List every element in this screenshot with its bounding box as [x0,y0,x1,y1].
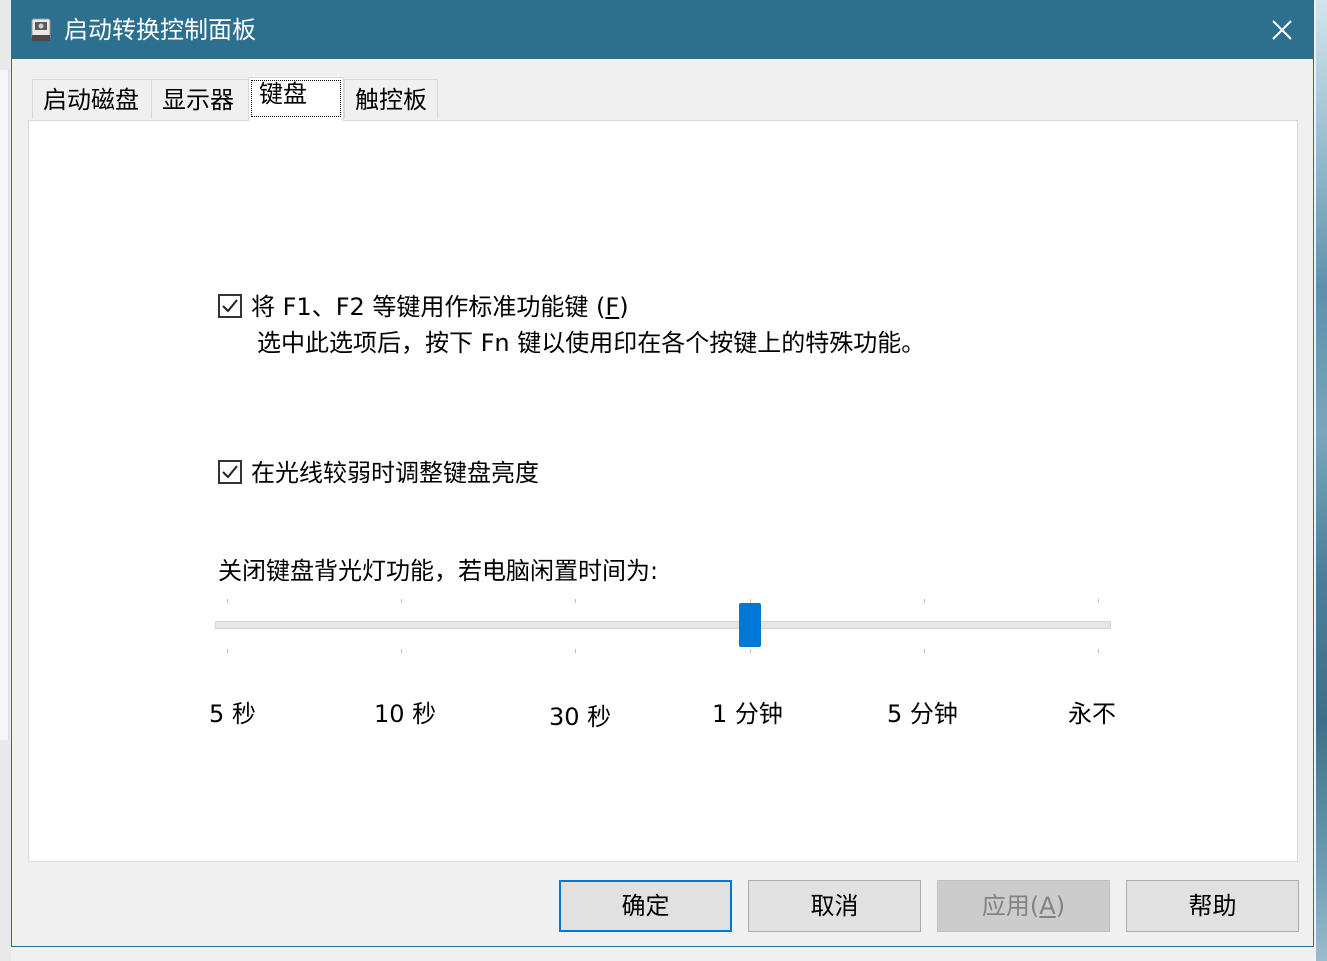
slider-tick [227,649,228,653]
help-button[interactable]: 帮助 [1126,880,1299,932]
tab-display[interactable]: 显示器 [151,79,249,119]
boot-camp-window: 启动转换控制面板 启动磁盘 显示器 键盘 触控板 将 F1、F2 等键用作标准功… [11,0,1314,947]
tab-startup-disk[interactable]: 启动磁盘 [32,79,152,119]
tick-label-5min: 5 分钟 [887,700,958,728]
slider-tick [575,599,576,603]
title-bar[interactable]: 启动转换控制面板 [12,1,1313,59]
tab-keyboard[interactable]: 键盘 [248,77,344,121]
tab-label: 启动磁盘 [43,86,139,114]
tab-label: 触控板 [355,86,427,114]
apply-button[interactable]: 应用(A) [937,880,1110,932]
window-title: 启动转换控制面板 [64,16,256,44]
slider-tick [1098,599,1099,603]
fn-keys-label[interactable]: 将 F1、F2 等键用作标准功能键 (F) [251,292,629,322]
slider-tick [401,649,402,653]
fn-keys-description: 选中此选项后，按下 Fn 键以使用印在各个按键上的特殊功能。 [257,329,926,357]
slider-tick [227,599,228,603]
desktop-background-right [1316,0,1327,961]
ok-button[interactable]: 确定 [559,880,732,932]
desktop-background-left [0,0,11,961]
slider-track[interactable] [215,621,1111,629]
apply-label: 应用( [981,892,1040,920]
fn-keys-label-suffix: ) [619,293,629,321]
check-icon [222,465,238,479]
fn-keys-label-text: 将 F1、F2 等键用作标准功能键 ( [251,293,606,321]
fn-keys-accelerator: F [605,293,620,321]
keyboard-tab-panel: 将 F1、F2 等键用作标准功能键 (F) 选中此选项后，按下 Fn 键以使用印… [28,120,1298,862]
slider-tick [1098,649,1099,653]
apply-label-suffix: ) [1055,892,1066,920]
tick-label-1min: 1 分钟 [712,700,783,728]
adjust-brightness-label[interactable]: 在光线较弱时调整键盘亮度 [251,458,539,488]
slider-thumb[interactable] [739,603,761,647]
tick-label-never: 永不 [1068,700,1116,728]
slider-tick [401,599,402,603]
backlight-timeout-label: 关闭键盘背光灯功能，若电脑闲置时间为: [218,557,659,585]
close-icon [1272,20,1292,40]
tick-label-5s: 5 秒 [209,700,256,728]
tab-trackpad[interactable]: 触控板 [344,79,438,119]
cancel-button[interactable]: 取消 [748,880,921,932]
slider-tick [750,649,751,653]
background-window-edge [0,70,9,740]
check-icon [222,299,238,313]
slider-tick [924,599,925,603]
slider-tick [924,649,925,653]
adjust-brightness-checkbox[interactable] [218,460,242,484]
fn-keys-checkbox[interactable] [218,294,242,318]
tab-label: 显示器 [162,86,234,114]
boot-camp-app-icon [31,18,51,41]
tick-label-30s: 30 秒 [549,703,612,731]
apply-accelerator: A [1039,892,1056,920]
close-button[interactable] [1251,1,1313,59]
tab-label: 键盘 [259,80,307,108]
tick-label-10s: 10 秒 [374,700,437,728]
slider-tick [575,649,576,653]
